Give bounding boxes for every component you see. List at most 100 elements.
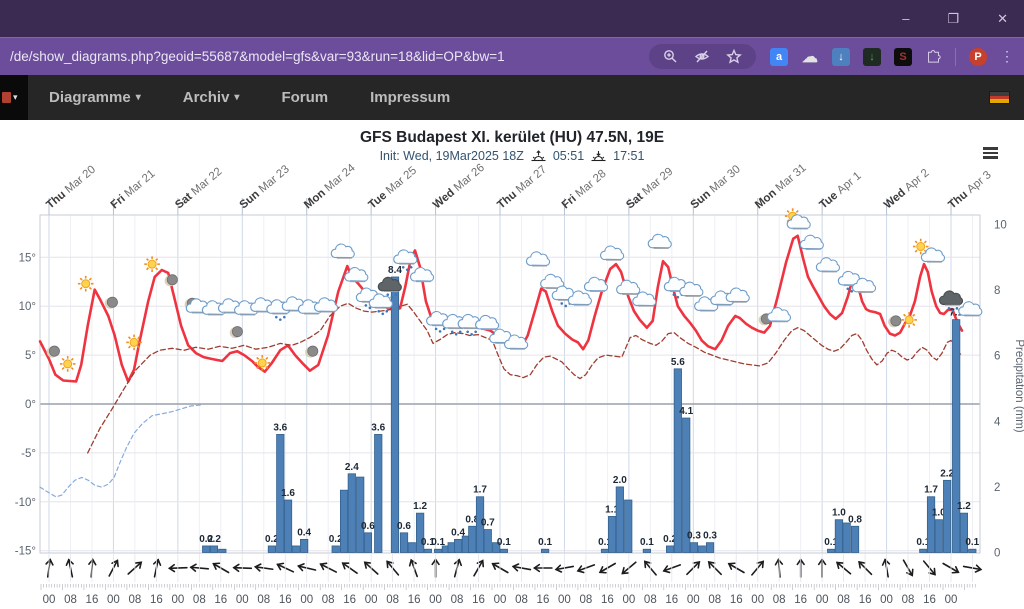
svg-text:08: 08 [837,594,850,606]
minimize-button[interactable]: – [902,12,909,25]
svg-text:-10°: -10° [15,497,36,509]
precip-bar [219,549,226,552]
svg-text:2.4: 2.4 [345,462,359,473]
cloud-icon [315,298,338,312]
svg-text:08: 08 [451,594,464,606]
svg-text:8.4: 8.4 [388,265,402,276]
svg-text:4.1: 4.1 [679,406,693,417]
precip-bar [348,474,355,553]
svg-text:1.2: 1.2 [957,501,971,512]
svg-text:16: 16 [150,594,163,606]
cloud-icon [800,235,823,249]
browser-menu-icon[interactable]: ⋮ [1000,48,1014,65]
precip-bar [969,549,976,552]
precip-bar [434,549,441,552]
nav-label: Diagramme [49,89,131,106]
hour-labels: 0008160008160008160008160008160008160008… [43,594,958,606]
precip-bar [203,546,210,553]
nav-label: Archiv [183,89,230,106]
svg-text:0°: 0° [25,399,36,411]
close-button[interactable]: ✕ [997,12,1008,25]
svg-text:Thu Mar 20: Thu Mar 20 [44,164,98,212]
svg-text:0.3: 0.3 [703,531,717,542]
svg-text:00: 00 [300,594,313,606]
precip-bar [469,526,476,552]
meteogram-chart: GFS Budapest XI. kerület (HU) 47.5N, 19E… [0,120,1024,609]
svg-text:1.2: 1.2 [413,501,427,512]
site-logo[interactable]: ▾ [0,75,28,120]
cloud-icon [476,315,499,329]
svg-text:10: 10 [994,220,1007,232]
svg-text:0.8: 0.8 [848,514,862,525]
precip-bar [375,434,382,552]
svg-text:3.6: 3.6 [371,422,385,433]
svg-text:00: 00 [880,594,893,606]
svg-text:08: 08 [64,594,77,606]
nav-item-diagramme[interactable]: Diagramme ▾ [28,89,162,106]
svg-text:0.7: 0.7 [481,518,495,529]
hide-password-icon[interactable] [694,49,710,64]
svg-text:Tue Apr 1: Tue Apr 1 [818,170,864,212]
temp-axis-labels: 15°10°5°0°-5°-10°-15° [15,252,36,557]
precip-bar [943,480,950,552]
svg-text:4: 4 [994,416,1001,428]
svg-text:0.1: 0.1 [538,537,552,548]
green-download-extension-icon[interactable]: ↓ [863,48,881,66]
nav-item-impressum[interactable]: Impressum [349,89,471,106]
gray-extension-icon[interactable]: ☁ [801,48,819,66]
chevron-down-icon: ▾ [136,92,141,103]
svg-text:08: 08 [193,594,206,606]
svg-text:00: 00 [171,594,184,606]
precip-bar [424,549,431,552]
day-labels: Thu Mar 20Fri Mar 21Sat Mar 22Sun Mar 23… [44,162,993,215]
svg-text:Fri Mar 28: Fri Mar 28 [560,168,609,212]
svg-text:00: 00 [43,594,56,606]
svg-text:16: 16 [537,594,550,606]
svg-text:1.6: 1.6 [281,488,295,499]
cloud-icon [726,288,749,302]
svg-text:00: 00 [687,594,700,606]
svg-text:2: 2 [994,482,1000,494]
profile-avatar[interactable]: P [969,48,987,66]
cloud-icon [816,258,839,272]
svg-text:6: 6 [994,351,1000,363]
precip-bar [843,523,850,553]
svg-text:16: 16 [408,594,421,606]
precip-bar [827,549,834,552]
precip-bar [268,546,275,553]
moon-icon [230,327,243,339]
download-extension-icon[interactable]: ↓ [832,48,850,66]
svg-text:Sun Mar 30: Sun Mar 30 [689,163,743,211]
svg-text:00: 00 [816,594,829,606]
svg-text:16: 16 [343,594,356,606]
precip-bar [935,520,942,553]
temperature-850hpa-line [88,303,963,453]
logo-icon [2,92,11,103]
translate-extension-icon[interactable]: a [770,48,788,66]
url-text[interactable]: /de/show_diagrams.php?geoid=55687&model=… [10,49,505,64]
extensions-puzzle-icon[interactable] [925,48,942,65]
precip-bar [400,533,407,553]
svg-text:16: 16 [859,594,872,606]
cloud-icon [959,302,982,316]
cloud-icon [767,308,790,322]
bookmark-star-icon[interactable] [726,49,742,64]
german-flag-icon[interactable] [989,91,1010,104]
precip-bar [625,500,632,552]
precip-bar [616,487,623,553]
svg-text:08: 08 [257,594,270,606]
s-extension-icon[interactable]: S [894,48,912,66]
zoom-icon[interactable] [663,49,678,64]
precip-bar [356,477,363,552]
svg-text:16: 16 [86,594,99,606]
restore-button[interactable]: ❐ [947,12,959,25]
precip-bar [698,546,705,553]
svg-text:0: 0 [994,548,1000,560]
nav-item-archiv[interactable]: Archiv▾ [162,89,261,106]
suncloud-icon [785,208,810,229]
svg-text:16: 16 [730,594,743,606]
svg-text:08: 08 [322,594,335,606]
svg-text:Mon Mar 31: Mon Mar 31 [753,162,809,211]
cloud-icon [648,234,671,248]
nav-item-forum[interactable]: Forum [260,89,349,106]
